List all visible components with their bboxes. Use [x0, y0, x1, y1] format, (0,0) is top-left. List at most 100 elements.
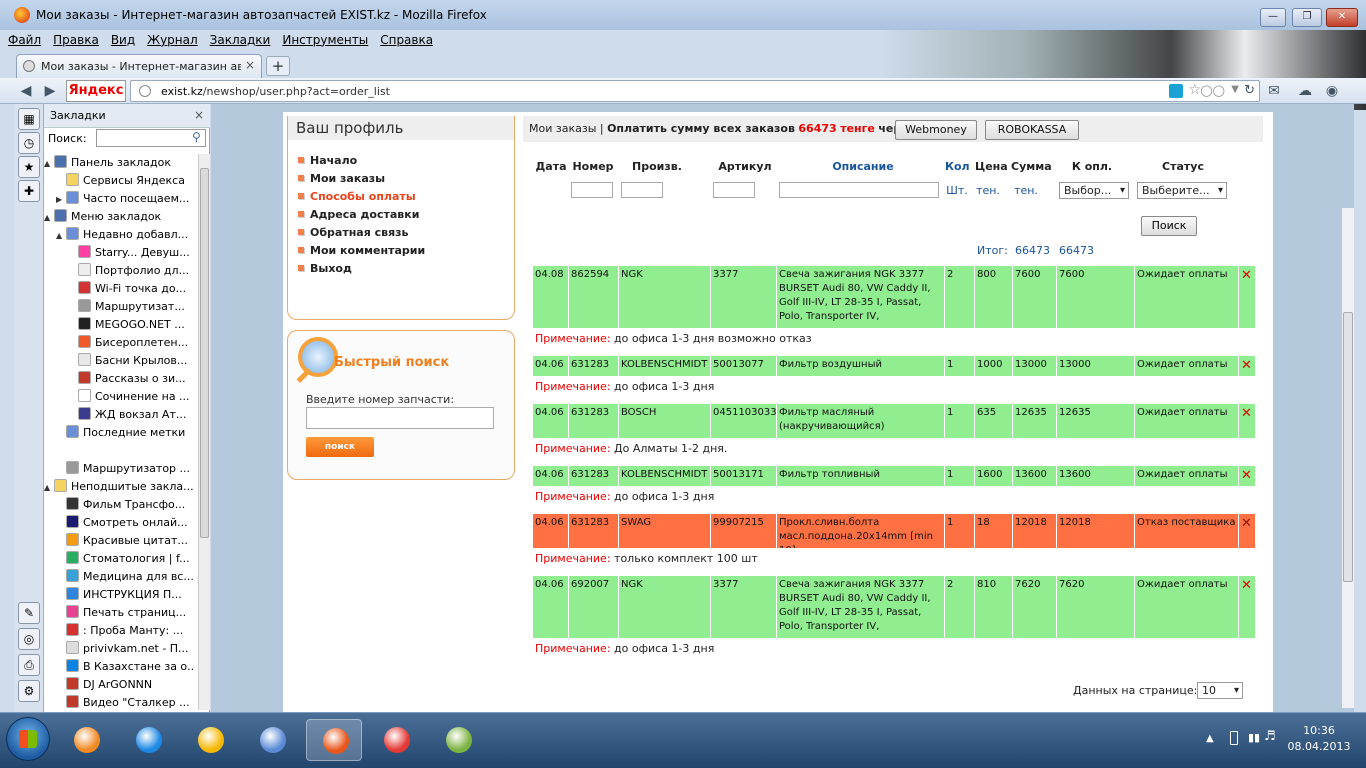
yandex-button[interactable]: Яндекс [66, 80, 126, 102]
signal-icon[interactable]: ▮▮ [1248, 731, 1260, 744]
sidebar-scroll-thumb[interactable] [200, 168, 209, 538]
url-dropdown-icon[interactable]: ▼ [1231, 84, 1239, 95]
col-qty[interactable]: Кол [945, 160, 970, 173]
taskbar-app-button[interactable] [430, 719, 486, 761]
bookmark-item[interactable]: Последние метки [56, 424, 194, 442]
delete-order-icon[interactable]: ✕ [1241, 578, 1252, 593]
col-description[interactable]: Описание [783, 160, 943, 173]
webmoney-button[interactable]: Webmoney [895, 120, 977, 140]
site-identity-icon[interactable] [139, 85, 151, 97]
taskbar-app-button[interactable] [244, 719, 300, 761]
menu-item[interactable]: Журнал [143, 30, 202, 50]
bookmark-item[interactable]: DJ ArGONNN [56, 676, 194, 694]
menu-item[interactable]: Файл [4, 30, 45, 50]
bookmark-item[interactable]: ▲ Неподшитые закла... [44, 478, 194, 496]
addons-icon[interactable]: ✚ [18, 180, 40, 202]
maximize-button[interactable]: ❐ [1292, 8, 1322, 27]
delete-order-icon[interactable]: ✕ [1241, 406, 1252, 421]
menu-item[interactable]: Вид [107, 30, 139, 50]
sidebar-scrollbar[interactable] [198, 154, 210, 710]
close-tab-icon[interactable]: × [245, 58, 255, 72]
delete-order-icon[interactable]: ✕ [1241, 516, 1252, 531]
filter-status-select[interactable]: Выберите... [1137, 182, 1227, 199]
profile-menu-item[interactable]: Мои комментарии [298, 244, 425, 257]
bookmark-item[interactable]: Сервисы Яндекса [56, 172, 194, 190]
bookmark-item[interactable]: Бисероплетен... [68, 334, 194, 352]
bookmark-item[interactable]: Портфолио дл... [68, 262, 194, 280]
forward-icon[interactable]: ▶ [40, 81, 60, 101]
tray-expand-icon[interactable]: ▲ [1206, 733, 1214, 744]
bookmark-item[interactable]: Видео "Сталкер ... [56, 694, 194, 710]
close-button[interactable]: ✕ [1326, 8, 1358, 27]
bookmark-item[interactable]: ▲ Недавно добавл... [56, 226, 194, 244]
tab-orders[interactable]: Мои заказы - Интернет-магазин автоз... × [16, 54, 262, 78]
print-icon[interactable]: ⎙ [18, 654, 40, 676]
profile-menu-item[interactable]: Начало [298, 154, 357, 167]
taskbar-app-button[interactable] [58, 719, 114, 761]
weather-icon[interactable]: ☁ [1290, 81, 1320, 101]
profile-menu-item[interactable]: Выход [298, 262, 352, 275]
mail-icon[interactable]: ✉ [1264, 81, 1284, 101]
tree-expander-icon[interactable]: ▲ [44, 155, 54, 172]
bookmark-item[interactable]: ▲ Панель закладок [44, 154, 194, 172]
sidebar-close-icon[interactable]: × [194, 108, 204, 122]
minimize-button[interactable]: — [1260, 8, 1286, 27]
tree-expander-icon[interactable]: ▲ [44, 209, 54, 226]
tree-expander-icon[interactable]: ▶ [56, 191, 66, 208]
part-number-input[interactable] [306, 407, 494, 429]
bookmark-item[interactable]: Сочинение на ... [68, 388, 194, 406]
filter-search-button[interactable]: Поиск [1141, 216, 1197, 236]
volume-icon[interactable]: ♬ [1264, 729, 1276, 744]
bookmark-item[interactable]: ▶ Часто посещаем... [56, 190, 194, 208]
filter-to-pay-select[interactable]: Выбор... [1059, 182, 1129, 199]
bookmark-item[interactable]: ▲ Меню закладок [44, 208, 194, 226]
url-bar[interactable]: exist.kz/newshop/user.php?act=order_list… [130, 80, 1260, 102]
pin-icon[interactable]: ✎ [18, 602, 40, 624]
bookmark-item[interactable]: Басни Крылов... [68, 352, 194, 370]
quick-search-button[interactable]: поиск [306, 437, 374, 457]
delete-order-icon[interactable]: ✕ [1241, 358, 1252, 373]
traffic-icon[interactable]: ◉ [1322, 81, 1342, 101]
bookmark-item[interactable]: Смотреть онлай... [56, 514, 194, 532]
menu-item[interactable]: Правка [49, 30, 103, 50]
bookmark-star-icon[interactable]: ☆ [1188, 82, 1201, 98]
delete-order-icon[interactable]: ✕ [1241, 268, 1252, 283]
filter-description-input[interactable] [779, 182, 939, 198]
bookmark-item[interactable]: Красивые цитат... [56, 532, 194, 550]
new-tab-button[interactable]: + [266, 56, 290, 76]
bookmark-item[interactable]: Маршрутизатор ... [56, 460, 194, 478]
orders-breadcrumb[interactable]: Мои заказы [529, 122, 596, 135]
taskbar-app-button[interactable] [182, 719, 238, 761]
profile-menu-item[interactable]: Адреса доставки [298, 208, 419, 221]
bookmark-item[interactable]: Печать страниц... [56, 604, 194, 622]
bookmark-item[interactable]: Starry... Девуш... [68, 244, 194, 262]
bookmark-item[interactable]: В Казахстане за о... [56, 658, 194, 676]
reader-icon[interactable]: ◯◯ [1200, 84, 1225, 97]
bookmark-item[interactable]: Медицина для вс... [56, 568, 194, 586]
bookmark-item[interactable]: : Проба Манту: ... [56, 622, 194, 640]
profile-menu-item[interactable]: Способы оплаты [298, 190, 416, 203]
menu-item[interactable]: Справка [376, 30, 437, 50]
tree-expander-icon[interactable]: ▲ [44, 479, 54, 496]
bookmark-item[interactable]: Рассказы о зи... [68, 370, 194, 388]
taskbar-app-button[interactable] [306, 719, 362, 761]
tree-expander-icon[interactable]: ▲ [56, 227, 66, 244]
bookmark-item[interactable]: privivkam.net - П... [56, 640, 194, 658]
taskbar-app-button[interactable] [120, 719, 176, 761]
filter-number-input[interactable] [571, 182, 613, 198]
page-scroll-thumb[interactable] [1343, 312, 1353, 582]
filter-maker-input[interactable] [621, 182, 663, 198]
menu-item[interactable]: Инструменты [278, 30, 372, 50]
taskbar-app-button[interactable] [368, 719, 424, 761]
target-icon[interactable]: ◎ [18, 628, 40, 650]
back-icon[interactable]: ◀ [16, 81, 36, 101]
settings-icon[interactable]: ⚙ [18, 680, 40, 702]
page-scrollbar[interactable] [1342, 208, 1354, 708]
clock[interactable]: 10:36 08.04.2013 [1284, 723, 1354, 755]
bookmarks-star-icon[interactable]: ★ [18, 156, 40, 178]
reload-icon[interactable]: ↻ [1244, 83, 1255, 98]
bookmark-item[interactable]: Wi-Fi точка до... [68, 280, 194, 298]
menu-item[interactable]: Закладки [206, 30, 275, 50]
history-icon[interactable]: ◷ [18, 132, 40, 154]
bookmark-item[interactable]: ЖД вокзал Ат... [68, 406, 194, 424]
